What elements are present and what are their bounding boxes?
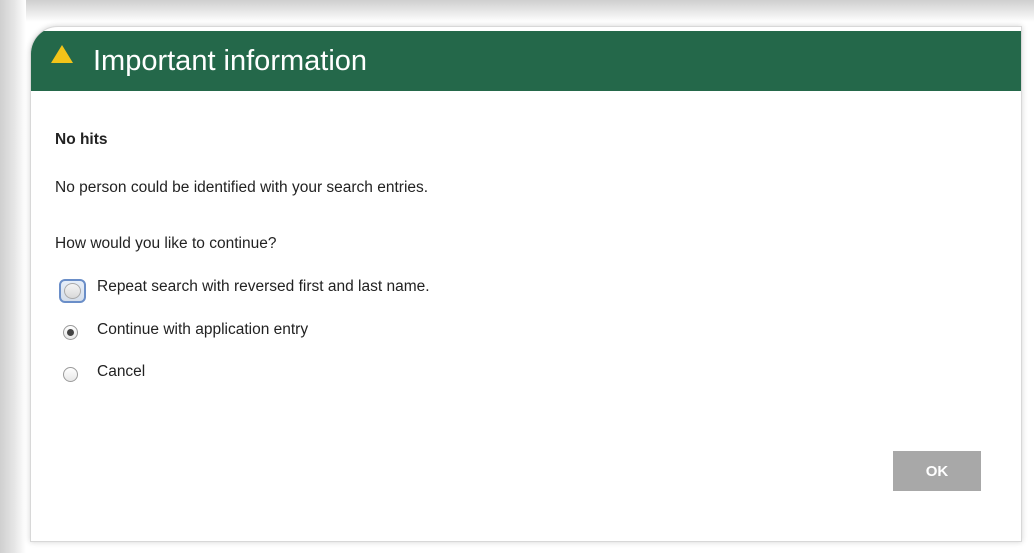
dialog-title: Important information	[93, 45, 368, 77]
important-information-dialog: Important information No hits No person …	[30, 26, 1022, 542]
cancel-radio[interactable]	[63, 367, 78, 382]
result-message: No person could be identified with your …	[55, 179, 429, 196]
screenshot-left-edge	[0, 0, 26, 553]
repeat-search-radio[interactable]	[59, 279, 86, 303]
dialog-titlebar: Important information	[31, 31, 1021, 91]
screenshot-canvas: Important information No hits No person …	[0, 0, 1034, 553]
repeat-search-label[interactable]: Repeat search with reversed first and la…	[97, 276, 430, 298]
continue-application-label[interactable]: Continue with application entry	[97, 319, 308, 341]
cancel-label[interactable]: Cancel	[97, 361, 145, 383]
ok-button[interactable]: OK	[893, 451, 981, 491]
continue-question: How would you like to continue?	[55, 235, 277, 252]
continue-application-radio[interactable]	[63, 325, 78, 340]
warning-triangle-icon	[51, 45, 73, 63]
screenshot-top-edge	[0, 0, 1034, 22]
result-heading: No hits	[55, 131, 108, 148]
